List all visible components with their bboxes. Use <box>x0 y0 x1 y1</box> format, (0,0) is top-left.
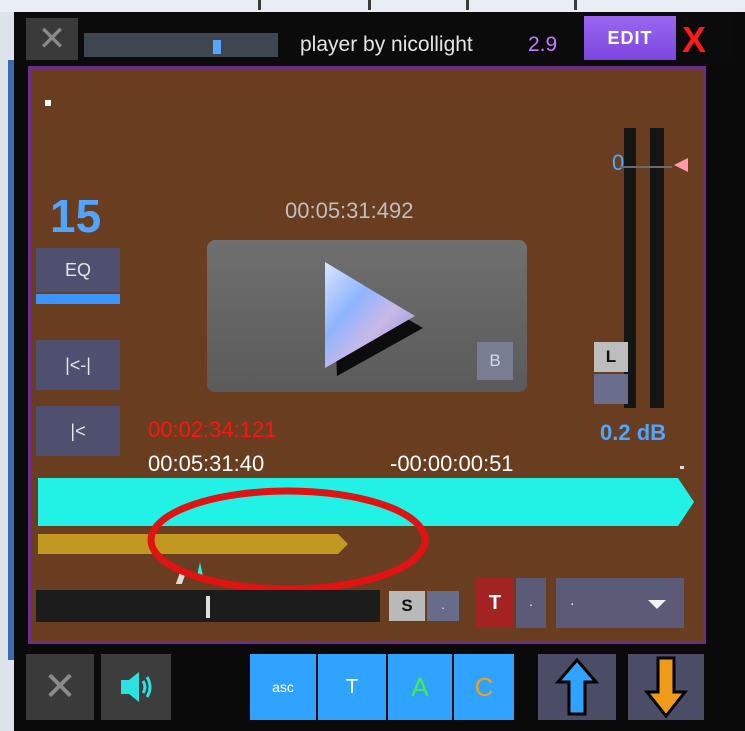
top-tick <box>574 0 577 10</box>
marker-time: 00:02:34:121 <box>148 417 277 442</box>
app-version: 2.9 <box>528 33 558 56</box>
go-to-start-button[interactable]: |< <box>36 406 120 456</box>
elapsed-time: 00:05:31:40 <box>148 451 265 476</box>
top-tick <box>368 0 371 10</box>
c-button[interactable]: C <box>454 654 514 720</box>
left-channel-button[interactable]: L <box>594 342 628 372</box>
t-button[interactable]: T <box>476 578 514 628</box>
down-arrow-icon <box>643 656 689 719</box>
up-arrow-icon <box>554 657 600 716</box>
close-window-button[interactable]: X <box>678 18 710 62</box>
volume-slider[interactable] <box>84 33 278 57</box>
annotation-ellipse <box>147 487 429 593</box>
close-icon[interactable]: ✕ <box>26 18 78 60</box>
eq-button[interactable]: EQ <box>36 248 120 292</box>
total-duration: 00:05:31:492 <box>285 198 414 223</box>
app-title: player by nicollight <box>300 33 473 56</box>
meter-pointer-icon[interactable] <box>672 155 692 175</box>
speaker-button[interactable] <box>101 654 171 720</box>
edit-button[interactable]: EDIT <box>584 16 676 60</box>
text-button[interactable]: T <box>318 654 386 720</box>
remaining-time: -00:00:00:51 <box>390 451 514 476</box>
meter-right-channel <box>650 128 664 408</box>
window-left-accent <box>8 60 14 660</box>
close-icon[interactable]: ✕ <box>26 654 94 720</box>
t-option-button[interactable]: . <box>516 578 546 628</box>
skip-back-button[interactable]: |<-| <box>36 340 120 390</box>
s-button[interactable]: S <box>389 591 425 621</box>
position-slider-thumb[interactable] <box>206 596 210 618</box>
caret-down-icon[interactable] <box>646 598 668 610</box>
gain-readout: 0.2 dB <box>600 420 667 445</box>
status-dot <box>45 100 51 106</box>
asc-button[interactable]: asc <box>250 654 316 720</box>
a-button[interactable]: A <box>388 654 452 720</box>
top-tick <box>258 0 261 10</box>
s-option-button[interactable]: . <box>427 591 459 621</box>
move-down-button[interactable] <box>628 654 704 720</box>
window-top-strip <box>0 0 745 12</box>
tiny-marker <box>680 466 684 469</box>
b-button[interactable]: B <box>477 342 513 380</box>
left-channel-sub-button[interactable] <box>594 374 628 404</box>
top-tick <box>466 0 469 10</box>
volume-slider-thumb[interactable] <box>213 40 221 54</box>
eq-active-indicator <box>36 294 120 304</box>
speaker-icon <box>121 672 152 702</box>
move-up-button[interactable] <box>538 654 616 720</box>
meter-zero-line <box>620 166 672 168</box>
track-number: 15 <box>50 190 102 242</box>
